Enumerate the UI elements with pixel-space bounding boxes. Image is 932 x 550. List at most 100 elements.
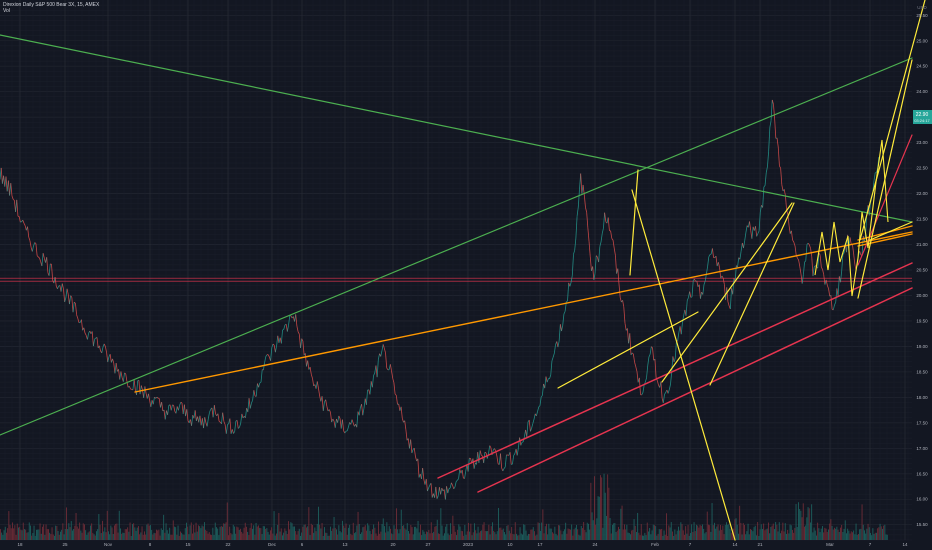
volume-bar bbox=[460, 530, 462, 540]
volume-bar bbox=[484, 530, 486, 540]
volume-indicator-label[interactable]: Vol bbox=[3, 8, 99, 14]
volume-bar bbox=[338, 525, 340, 540]
volume-bar bbox=[511, 526, 513, 540]
volume-bar bbox=[169, 527, 171, 540]
volume-bar bbox=[52, 534, 54, 540]
volume-bar bbox=[217, 528, 219, 540]
volume-bar bbox=[816, 535, 817, 540]
volume-bar bbox=[176, 534, 178, 540]
volume-bar bbox=[819, 532, 821, 540]
volume-bar bbox=[400, 509, 402, 540]
volume-bar bbox=[435, 525, 437, 540]
volume-bar bbox=[468, 522, 469, 540]
volume-bar bbox=[508, 530, 510, 540]
volume-bar bbox=[638, 532, 640, 540]
volume-bar bbox=[789, 524, 791, 540]
volume-bar bbox=[837, 529, 839, 540]
symbol-title[interactable]: Direxion Daily S&P 500 Bear 3X, 15, AMEX bbox=[3, 2, 99, 8]
volume-bar bbox=[44, 534, 46, 540]
volume-bar bbox=[285, 530, 287, 540]
volume-bar bbox=[681, 524, 683, 540]
volume-bar bbox=[219, 526, 221, 540]
volume-bar bbox=[524, 524, 526, 540]
volume-bar bbox=[398, 533, 400, 540]
volume-bar bbox=[607, 474, 609, 540]
volume-bar bbox=[402, 525, 403, 540]
volume-bar bbox=[346, 534, 348, 540]
volume-bar bbox=[513, 534, 515, 540]
volume-bar bbox=[18, 527, 19, 540]
volume-bar bbox=[708, 524, 709, 540]
volume-bar bbox=[328, 535, 330, 540]
volume-bar bbox=[826, 531, 828, 540]
volume-bar bbox=[682, 530, 684, 540]
volume-bar bbox=[783, 531, 785, 540]
chart-canvas[interactable]: 25.5025.0024.5024.0023.5023.0022.5022.00… bbox=[0, 0, 932, 550]
volume-bar bbox=[687, 524, 689, 540]
volume-bar bbox=[766, 528, 768, 540]
volume-bar bbox=[637, 512, 639, 540]
volume-bar bbox=[699, 524, 701, 540]
volume-bar bbox=[499, 527, 501, 540]
volume-bar bbox=[327, 535, 329, 540]
volume-bar bbox=[314, 527, 316, 540]
volume-bar bbox=[553, 533, 555, 540]
volume-bar bbox=[604, 492, 606, 540]
volume-bar bbox=[370, 534, 372, 540]
volume-bar bbox=[66, 507, 67, 540]
volume-bar bbox=[10, 528, 12, 540]
volume-bar bbox=[579, 535, 581, 540]
volume-bar bbox=[301, 532, 303, 540]
volume-bar bbox=[303, 524, 305, 540]
volume-bar bbox=[441, 525, 443, 540]
volume-bar bbox=[51, 527, 53, 540]
price-tick-label: 22.00 bbox=[916, 191, 928, 196]
volume-bar bbox=[184, 528, 186, 540]
price-segment bbox=[282, 329, 284, 331]
volume-bar bbox=[206, 530, 208, 540]
volume-bar bbox=[603, 473, 605, 540]
volume-bar bbox=[374, 527, 376, 540]
volume-bar bbox=[718, 530, 720, 540]
volume-bar bbox=[103, 531, 105, 540]
volume-bar bbox=[696, 524, 697, 540]
volume-bar bbox=[378, 521, 379, 540]
time-tick-label: 20 bbox=[390, 542, 396, 547]
volume-bar bbox=[351, 535, 353, 540]
price-axis[interactable]: 25.5025.0024.5024.0023.5023.0022.5022.00… bbox=[916, 13, 928, 527]
volume-bar bbox=[272, 533, 274, 540]
volume-bar bbox=[727, 524, 729, 540]
volume-bar bbox=[469, 531, 471, 540]
volume-bar bbox=[22, 522, 24, 540]
volume-bar bbox=[182, 534, 184, 540]
volume-bar bbox=[246, 526, 247, 540]
volume-bar bbox=[861, 504, 863, 540]
volume-bar bbox=[96, 531, 97, 540]
volume-bar bbox=[645, 535, 647, 540]
volume-bar bbox=[554, 526, 556, 540]
volume-bar bbox=[73, 528, 75, 540]
volume-bar bbox=[690, 532, 691, 540]
volume-bar bbox=[344, 527, 346, 540]
volume-bar bbox=[561, 534, 563, 540]
volume-bar bbox=[459, 526, 461, 540]
volume-bar bbox=[349, 524, 351, 540]
volume-bar bbox=[706, 511, 708, 540]
volume-bar bbox=[531, 529, 533, 540]
volume-bar bbox=[240, 528, 241, 540]
volume-bar bbox=[50, 534, 52, 540]
volume-bar bbox=[112, 534, 114, 540]
volume-bar bbox=[308, 507, 310, 540]
volume-bar bbox=[867, 523, 869, 540]
volume-bar bbox=[678, 526, 679, 540]
volume-bar bbox=[644, 532, 646, 540]
volume-bar bbox=[9, 525, 11, 540]
volume-bar bbox=[793, 532, 795, 540]
volume-bar bbox=[141, 526, 143, 540]
volume-bar bbox=[564, 529, 565, 540]
volume-bar bbox=[856, 534, 858, 540]
volume-bar bbox=[597, 496, 599, 540]
volume-bar bbox=[474, 523, 475, 540]
volume-bar bbox=[663, 530, 665, 540]
volume-bar bbox=[744, 524, 745, 540]
